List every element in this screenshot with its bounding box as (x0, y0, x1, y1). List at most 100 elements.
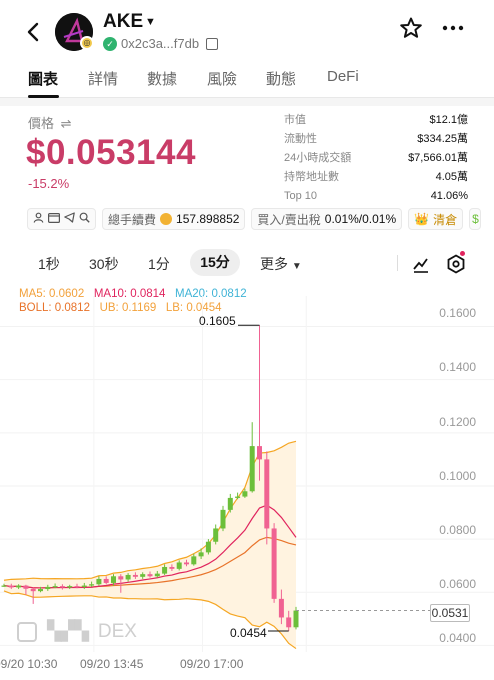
stat-value: $334.25萬 (417, 133, 468, 145)
y-tick-label: 0.0400 (439, 631, 476, 645)
candle-body (89, 584, 95, 586)
candle-body (249, 446, 255, 492)
candle-body (147, 574, 153, 577)
copy-icon[interactable] (206, 37, 219, 50)
interval-1s[interactable]: 1秒 (38, 254, 60, 274)
candle-body (169, 566, 175, 569)
clear-position-chip[interactable]: 👑 清倉 (408, 208, 464, 230)
candle-body (59, 586, 65, 588)
low-price-annotation: 0.0454 (230, 626, 267, 640)
candle-body (23, 585, 29, 589)
caret-down-icon: ▼ (291, 261, 302, 272)
fee-label: 總手續費 (108, 212, 157, 227)
y-tick-label: 0.1400 (439, 360, 476, 374)
stat-label: 流動性 (284, 133, 317, 145)
candle-body (176, 562, 182, 569)
stat-holders: 持幣地址數 4.05萬 (284, 169, 468, 188)
candle-body (125, 574, 131, 580)
interval-more-label: 更多 (260, 256, 288, 272)
y-tick-label: 0.1600 (439, 306, 476, 320)
tax-label: 買入/賣出稅 (257, 212, 321, 227)
fee-value: 157.898852 (176, 212, 240, 226)
tab-risk[interactable]: 風險 (207, 68, 237, 89)
money-bag-chip[interactable]: $ (469, 208, 482, 230)
candle-body (198, 552, 204, 557)
money-bag-icon: $ (472, 212, 479, 226)
stat-top10: Top 10 41.06% (284, 188, 468, 207)
star-outline-icon[interactable] (399, 16, 423, 46)
tab-activity[interactable]: 動態 (266, 68, 296, 89)
watermark: ▚▞▚ DEX (17, 620, 137, 643)
social-links[interactable] (27, 208, 96, 230)
swap-icon[interactable]: ⇌ (61, 116, 72, 131)
stat-value: $12.1億 (429, 114, 468, 126)
coin-icon (160, 213, 173, 225)
stat-label: 市值 (284, 114, 306, 126)
interval-15m[interactable]: 15分 (190, 249, 240, 276)
candle-body (184, 562, 189, 565)
tax-value: 0.01%/0.01% (324, 212, 397, 226)
candle-body (257, 446, 262, 460)
token-symbol[interactable]: AKE (103, 11, 143, 33)
candle-body (286, 617, 292, 628)
candle-body (45, 586, 51, 590)
stat-value: $7,566.01萬 (408, 152, 468, 164)
high-price-annotation: 0.1605 (199, 314, 236, 328)
candlestick-chart[interactable] (0, 296, 494, 652)
price-value: $0.053144 (26, 133, 196, 172)
stat-liquidity: 流動性 $334.25萬 (284, 131, 468, 150)
fullscreen-icon[interactable] (17, 621, 37, 642)
price-label-row[interactable]: 價格 ⇌ (28, 113, 72, 132)
price-change: -15.2% (28, 176, 70, 191)
top-bar: ◎ AKE ▼ ✓ 0x2c3a...f7db (0, 0, 494, 62)
verified-icon: ✓ (103, 36, 117, 51)
x-tick-label: 09/20 10:30 (0, 657, 58, 671)
clear-label: 清倉 (433, 212, 458, 227)
candle-body (30, 588, 36, 592)
caret-down-icon[interactable]: ▼ (145, 16, 156, 28)
candle-body (271, 528, 277, 599)
chain-badge-icon: ◎ (80, 36, 94, 50)
stat-volume-24h: 24小時成交額 $7,566.01萬 (284, 150, 468, 169)
candle-body (140, 574, 146, 577)
candle-body (227, 497, 233, 510)
candle-body (118, 576, 124, 580)
tab-defi[interactable]: DeFi (327, 68, 359, 85)
candle-body (220, 509, 226, 529)
y-tick-label: 0.1000 (439, 469, 476, 483)
watermark-text: DEX (97, 620, 137, 642)
candle-body (154, 573, 160, 577)
stats-panel: 市值 $12.1億 流動性 $334.25萬 24小時成交額 $7,566.01… (284, 112, 468, 207)
candle-body (74, 586, 80, 588)
chart-settings-icon[interactable] (446, 254, 466, 274)
candle-body (38, 589, 43, 592)
total-fee-chip[interactable]: 總手續費 157.898852 (102, 208, 246, 230)
candle-body (235, 496, 241, 498)
chart-canvas[interactable] (0, 296, 494, 652)
address-row: ✓ 0x2c3a...f7db (103, 36, 219, 51)
stat-value: 4.05萬 (435, 171, 468, 183)
candle-body (111, 576, 116, 583)
candle-body (213, 528, 219, 542)
chevron-left-icon[interactable] (24, 20, 44, 44)
x-tick-label: 09/20 17:00 (180, 657, 244, 671)
y-tick-label: 0.0800 (439, 523, 476, 537)
tab-data[interactable]: 數據 (147, 68, 177, 89)
more-horizontal-icon[interactable] (441, 16, 465, 45)
tax-chip[interactable]: 買入/賣出稅 0.01%/0.01% (251, 208, 403, 230)
indicator-icon[interactable] (411, 254, 431, 274)
y-tick-label: 0.1200 (439, 415, 476, 429)
telegram-icon[interactable] (64, 212, 75, 226)
search-icon[interactable] (79, 212, 90, 226)
interval-30s[interactable]: 30秒 (89, 254, 119, 274)
tab-chart[interactable]: 圖表 (28, 68, 58, 89)
website-icon[interactable] (48, 212, 61, 226)
crown-icon: 👑 (414, 212, 430, 226)
interval-more-button[interactable]: 更多 ▼ (260, 254, 302, 274)
stat-label: 持幣地址數 (284, 171, 339, 183)
interval-1m[interactable]: 1分 (148, 254, 170, 274)
user-icon[interactable] (33, 212, 44, 226)
stat-market-cap: 市值 $12.1億 (284, 112, 468, 131)
tab-details[interactable]: 詳情 (88, 68, 118, 89)
candle-body (132, 574, 138, 577)
